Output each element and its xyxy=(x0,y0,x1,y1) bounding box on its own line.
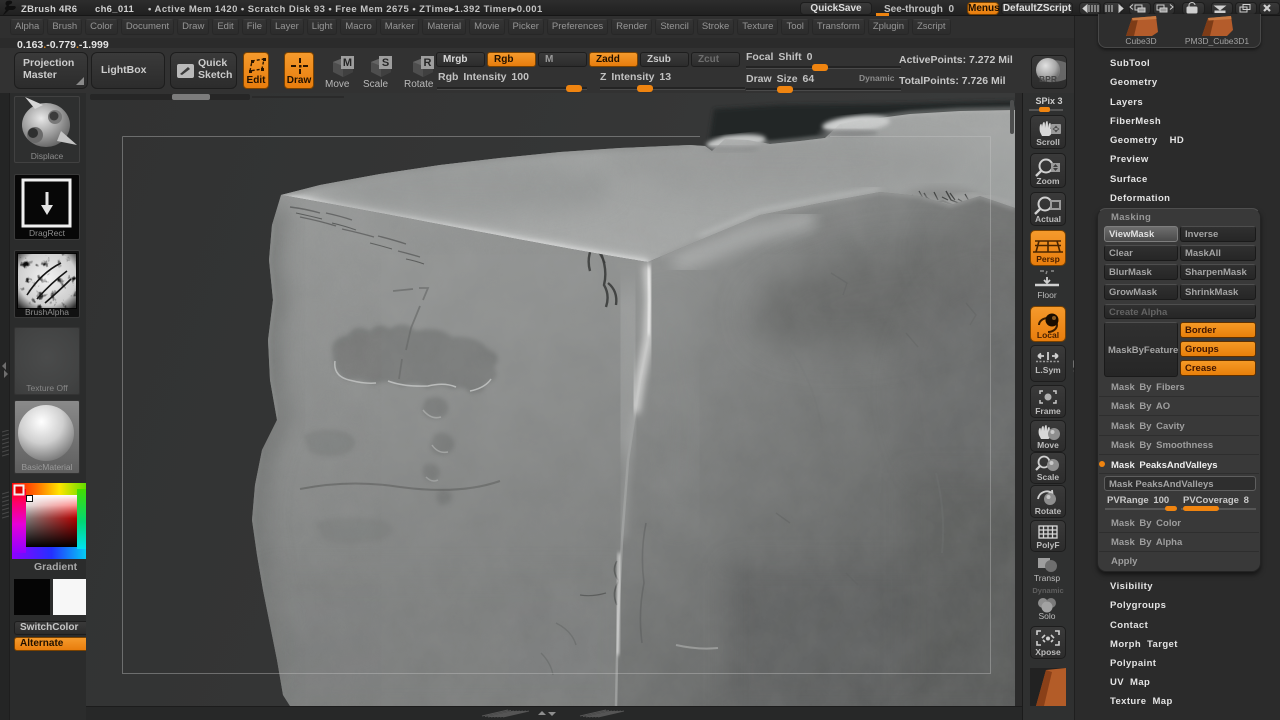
svg-text:Frame: Frame xyxy=(1035,406,1061,416)
svg-text:Scale: Scale xyxy=(1037,472,1059,482)
svg-text:Xpose: Xpose xyxy=(1035,647,1061,657)
svg-text:Zoom: Zoom xyxy=(1036,176,1060,186)
svg-text:S: S xyxy=(382,57,389,69)
svg-text:DragRect: DragRect xyxy=(29,228,66,238)
svg-text:Floor: Floor xyxy=(1037,290,1057,300)
svg-text:Actual: Actual xyxy=(1035,214,1061,224)
svg-text:Scroll: Scroll xyxy=(1036,137,1060,147)
svg-text:Solo: Solo xyxy=(1038,611,1055,621)
svg-text:Local: Local xyxy=(1037,330,1059,340)
svg-text:Rotate: Rotate xyxy=(1035,506,1062,516)
svg-text:BasicMaterial: BasicMaterial xyxy=(21,462,72,472)
svg-text:M: M xyxy=(343,57,352,69)
svg-text:L.Sym: L.Sym xyxy=(1035,365,1061,375)
svg-text:PolyF: PolyF xyxy=(1036,540,1059,550)
svg-text:Move: Move xyxy=(1037,440,1059,450)
svg-text:Persp: Persp xyxy=(1036,254,1060,264)
svg-text:Displace: Displace xyxy=(31,151,64,161)
svg-text:Transp: Transp xyxy=(1034,573,1060,583)
svg-text:R: R xyxy=(424,57,432,69)
svg-text:BrushAlpha: BrushAlpha xyxy=(25,307,69,317)
svg-text:BPR: BPR xyxy=(1039,74,1057,84)
